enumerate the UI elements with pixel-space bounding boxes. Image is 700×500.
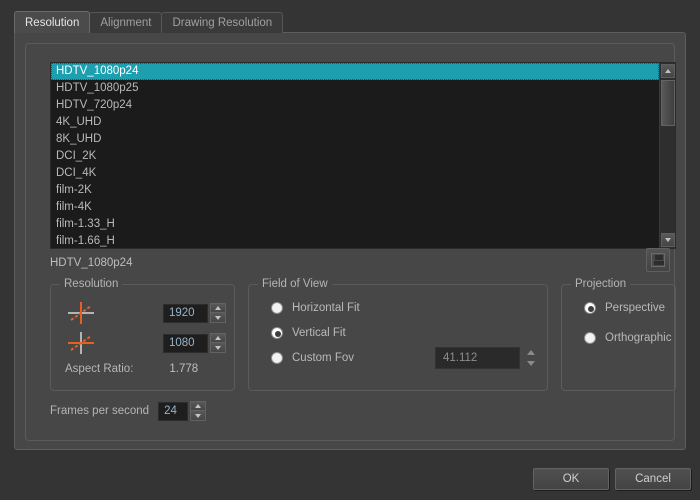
save-preset-button[interactable]	[646, 248, 670, 272]
resolution-preset-list[interactable]: HDTV_1080p24 HDTV_1080p25 HDTV_720p24 4K…	[50, 62, 676, 249]
radio-custom-fov[interactable]: Custom Fov	[271, 352, 354, 364]
ok-button-label: OK	[562, 473, 580, 485]
preset-list-scrollbar[interactable]	[659, 63, 675, 248]
caret-down-icon	[215, 315, 221, 320]
height-stepper[interactable]	[210, 333, 226, 353]
horizontal-dimension-icon	[65, 301, 97, 325]
projection-group: Projection Perspective Orthographic	[561, 278, 676, 391]
aspect-ratio-row: Aspect Ratio: 1.778	[65, 363, 223, 375]
caret-up-icon	[215, 336, 221, 340]
fps-decrement-button[interactable]	[190, 411, 207, 421]
custom-fov-stepper[interactable]	[527, 350, 535, 366]
radio-label: Perspective	[605, 302, 666, 314]
field-of-view-group: Field of View Horizontal Fit Vertical Fi…	[248, 278, 548, 391]
ok-button[interactable]: OK	[533, 468, 609, 490]
width-stepper[interactable]	[210, 303, 226, 323]
tab-alignment[interactable]: Alignment	[89, 12, 163, 33]
group-label: Resolution	[60, 278, 123, 290]
scrollbar-thumb[interactable]	[661, 80, 675, 126]
cancel-button-label: Cancel	[635, 473, 671, 485]
panel-inner-frame: HDTV_1080p24 HDTV_1080p25 HDTV_720p24 4K…	[25, 43, 676, 441]
radio-orthographic[interactable]: Orthographic	[584, 332, 671, 344]
vertical-dimension-icon	[65, 331, 97, 355]
list-item[interactable]: DCI_2K	[51, 148, 659, 165]
radio-vertical-fit[interactable]: Vertical Fit	[271, 327, 346, 339]
radio-horizontal-fit[interactable]: Horizontal Fit	[271, 302, 360, 314]
height-decrement-button[interactable]	[210, 343, 226, 353]
frames-per-second-stepper[interactable]	[190, 401, 207, 421]
width-increment-button[interactable]	[210, 303, 226, 313]
radio-icon	[584, 332, 596, 344]
tab-label: Alignment	[100, 17, 152, 29]
tab-label: Drawing Resolution	[172, 17, 273, 29]
radio-icon	[271, 352, 283, 364]
list-item[interactable]: HDTV_1080p24	[51, 63, 659, 80]
frames-per-second-input[interactable]: 24	[158, 401, 189, 421]
scroll-up-button[interactable]	[661, 64, 675, 78]
width-input[interactable]: 1920	[163, 303, 208, 323]
cancel-button[interactable]: Cancel	[615, 468, 691, 490]
caret-down-icon	[215, 345, 221, 350]
list-item[interactable]: HDTV_720p24	[51, 97, 659, 114]
tab-resolution[interactable]: Resolution	[14, 11, 91, 33]
chevron-up-icon	[665, 69, 671, 73]
radio-perspective[interactable]: Perspective	[584, 302, 665, 314]
aspect-ratio-label: Aspect Ratio:	[65, 363, 134, 375]
list-item[interactable]: 4K_UHD	[51, 114, 659, 131]
group-label: Projection	[571, 278, 631, 290]
caret-down-icon	[195, 413, 202, 418]
tab-label: Resolution	[25, 16, 80, 29]
radio-label: Orthographic	[605, 332, 672, 344]
list-item[interactable]: DCI_4K	[51, 165, 659, 182]
radio-icon-selected	[584, 302, 596, 314]
resolution-group: Resolution 1920 1080 Aspect Ratio: 1.778	[50, 278, 235, 391]
height-increment-button[interactable]	[210, 333, 226, 343]
preset-list-viewport[interactable]: HDTV_1080p24 HDTV_1080p25 HDTV_720p24 4K…	[51, 63, 659, 248]
width-row: 1920	[65, 301, 226, 325]
resolution-tab-panel: HDTV_1080p24 HDTV_1080p25 HDTV_720p24 4K…	[14, 32, 686, 450]
radio-icon	[271, 302, 283, 314]
list-item[interactable]: film-2K	[51, 182, 659, 199]
list-item[interactable]: film-1.33_H	[51, 216, 659, 233]
height-row: 1080	[65, 331, 226, 355]
group-label: Field of View	[258, 278, 332, 290]
chevron-down-icon	[665, 238, 671, 242]
fps-increment-button[interactable]	[190, 401, 207, 411]
floppy-disk-icon	[651, 253, 665, 267]
tab-bar: Resolution Alignment Drawing Resolution	[14, 11, 284, 33]
custom-fov-control: 41.112	[435, 347, 535, 369]
custom-fov-input[interactable]: 41.112	[435, 347, 520, 369]
frames-per-second-label: Frames per second	[50, 405, 150, 417]
list-item[interactable]: 8K_UHD	[51, 131, 659, 148]
height-input[interactable]: 1080	[163, 333, 208, 353]
radio-icon-selected	[271, 327, 283, 339]
caret-up-icon	[195, 404, 202, 408]
list-item[interactable]: film-1.66_H	[51, 233, 659, 248]
list-item[interactable]: film-4K	[51, 199, 659, 216]
radio-label: Custom Fov	[292, 352, 354, 364]
diagonal-arrow-icon	[70, 335, 92, 351]
scroll-down-button[interactable]	[661, 233, 675, 247]
width-decrement-button[interactable]	[210, 313, 226, 323]
caret-down-icon[interactable]	[527, 361, 535, 366]
radio-label: Vertical Fit	[292, 327, 346, 339]
caret-up-icon[interactable]	[527, 350, 535, 355]
tab-drawing-resolution[interactable]: Drawing Resolution	[161, 12, 284, 33]
frames-per-second-row: Frames per second 24	[50, 401, 207, 421]
list-item[interactable]: HDTV_1080p25	[51, 80, 659, 97]
caret-up-icon	[215, 306, 221, 310]
radio-label: Horizontal Fit	[292, 302, 360, 314]
aspect-ratio-value: 1.778	[169, 363, 199, 375]
current-preset-label: HDTV_1080p24	[50, 257, 133, 269]
diagonal-arrow-icon	[70, 305, 92, 321]
